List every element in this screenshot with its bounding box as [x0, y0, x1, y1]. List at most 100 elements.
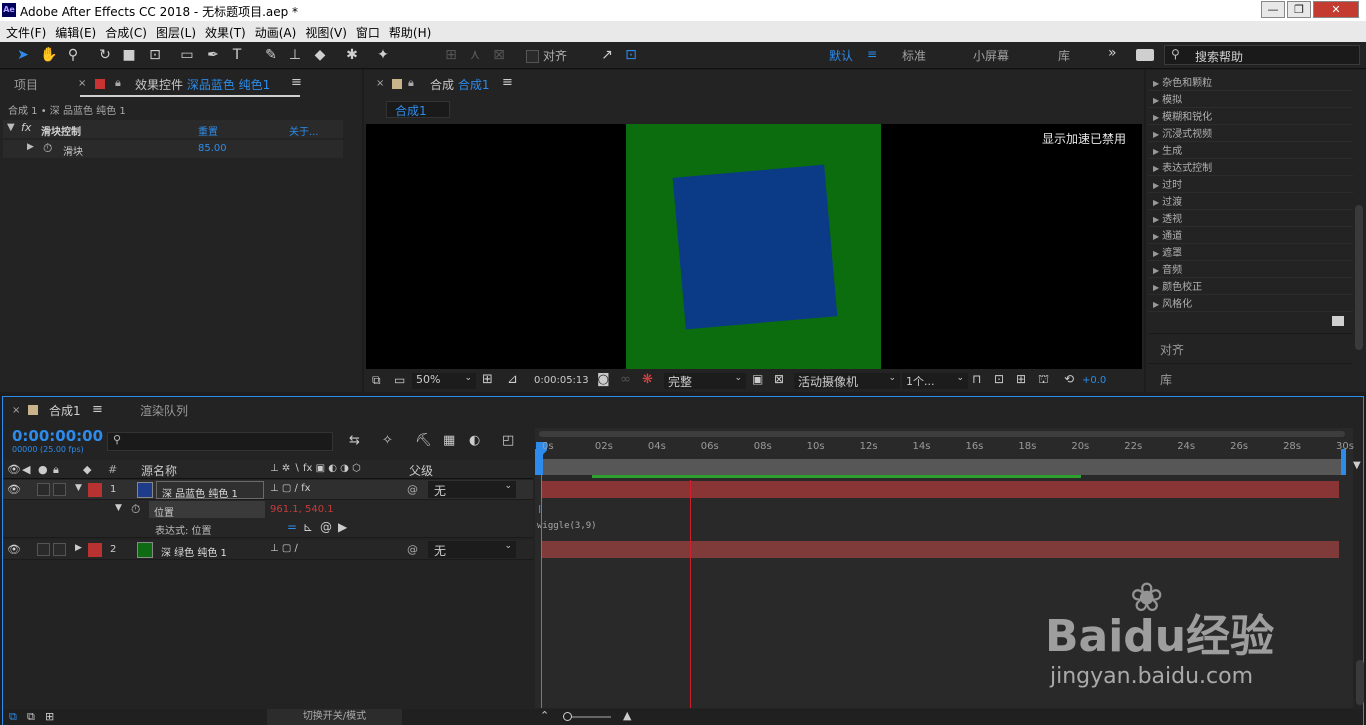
menu-window[interactable]: 窗口 [350, 21, 383, 41]
toggle-switches-modes[interactable]: 切换开关/模式 [267, 709, 402, 725]
eye-icon[interactable]: 👁︎ [7, 483, 21, 496]
shy-layers-icon[interactable]: ⛏ [415, 433, 432, 448]
snap-checkbox[interactable] [526, 50, 539, 63]
effect-category-item[interactable]: ▶ 过渡 [1148, 193, 1353, 210]
timeline-icon[interactable]: ⊞ [1016, 372, 1026, 386]
layer-bar-2[interactable] [541, 541, 1339, 558]
panel-menu-icon[interactable]: ≡ [502, 75, 513, 90]
lock-switch-icon[interactable]: 🔒︎ [53, 463, 59, 477]
comp-subtab[interactable]: 合成1 [386, 101, 450, 118]
fit-icon[interactable]: ⊞ [482, 372, 493, 387]
playhead-line[interactable] [541, 444, 542, 708]
workspace-small-screen[interactable]: 小屏幕 [973, 47, 1009, 64]
pickwhip-icon[interactable]: @ [407, 483, 418, 496]
blue-solid-layer[interactable] [672, 164, 838, 330]
library-panel[interactable]: 库 [1148, 363, 1353, 391]
expand-arrow-icon[interactable]: ▶ [1153, 198, 1159, 207]
show-snapshot-icon[interactable]: ∞ [620, 372, 631, 387]
expand-switches-icon[interactable]: ⧉ [27, 710, 35, 724]
stopwatch-icon[interactable]: ⏱ [131, 502, 140, 517]
effect-category-item[interactable]: ▶ 生成 [1148, 142, 1353, 159]
current-time-display[interactable]: 0:00:05:13 [534, 375, 589, 386]
effect-category-item[interactable]: ▶ 杂色和颗粒 [1148, 74, 1353, 91]
selection-tool-icon[interactable]: ➤ [14, 46, 32, 64]
close-button[interactable]: ✕ [1313, 1, 1359, 18]
position-value[interactable]: 961.1, 540.1 [270, 504, 334, 515]
slider-value[interactable]: 85.00 [198, 143, 227, 154]
effect-category-item[interactable]: ▶ 遮罩 [1148, 244, 1353, 261]
about-link[interactable]: 关于... [289, 123, 319, 138]
safe-margins-icon[interactable]: ⊿ [507, 372, 518, 387]
expand-arrow-icon[interactable]: ▶ [1153, 283, 1159, 292]
eraser-tool-icon[interactable]: ◆ [311, 46, 329, 64]
effect-category-item[interactable]: ▶ 颜色校正 [1148, 278, 1353, 295]
parent-dropdown-1[interactable]: 无 ⌄ [428, 481, 516, 498]
layer-name[interactable]: 深 品蓝色 纯色 1 [156, 481, 264, 500]
label-tag-icon[interactable]: ◆ [83, 463, 91, 476]
roto-brush-tool-icon[interactable]: ✱ [343, 46, 361, 64]
expression-enable-icon[interactable]: = [287, 520, 297, 534]
fx-icon[interactable]: fx [21, 121, 31, 134]
frame-blending-icon[interactable]: ▦ [443, 433, 455, 448]
lock-icon[interactable]: 🔒︎ [115, 76, 121, 90]
zoom-in-icon[interactable]: ▲ [623, 709, 631, 722]
zoom-slider-thumb[interactable] [563, 712, 572, 721]
effect-row[interactable]: ▼ fx 滑块控制 重置 关于... [3, 120, 343, 138]
timeline-timecode[interactable]: 0:00:00:00 [12, 427, 103, 445]
layer-name[interactable]: 深 绿色 纯色 1 [161, 544, 227, 559]
effect-category-item[interactable]: ▶ 模糊和锐化 [1148, 108, 1353, 125]
panel-menu-icon[interactable]: ≡ [92, 402, 103, 417]
current-time-indicator[interactable] [690, 480, 691, 708]
solo-toggle[interactable] [37, 483, 50, 496]
layer-switches[interactable]: ⊥ ▢ ∕ [270, 543, 298, 554]
work-area-end[interactable] [1341, 449, 1346, 475]
expression-graph-icon[interactable]: ⊾ [303, 520, 313, 534]
workspace-default[interactable]: 默认 [829, 47, 853, 64]
expand-arrow-icon[interactable]: ▶ [1153, 266, 1159, 275]
menu-composition[interactable]: 合成(C) [99, 21, 150, 41]
menu-file[interactable]: 文件(F) [0, 21, 49, 41]
zoom-out-icon[interactable]: ⌃ [540, 709, 549, 722]
expression-text[interactable]: wiggle(3,9) [537, 521, 597, 531]
work-area-start[interactable] [535, 449, 543, 475]
expression-pickwhip-icon[interactable]: @ [320, 520, 332, 534]
expand-arrow-icon[interactable]: ▶ [1153, 249, 1159, 258]
minimize-button[interactable]: — [1261, 1, 1285, 18]
layer-row-2[interactable]: 👁︎ ▶ 2 深 绿色 纯色 1 ⊥ ▢ ∕ @ 无 ⌄ [3, 540, 533, 560]
reset-link[interactable]: 重置 [198, 123, 218, 138]
clone-stamp-tool-icon[interactable]: ⊥ [286, 46, 304, 64]
camera-dropdown[interactable]: 活动摄像机 ⌄ [794, 373, 900, 389]
menu-animation[interactable]: 动画(A) [249, 21, 300, 41]
local-axis-icon[interactable]: ⊞ [442, 46, 460, 64]
slider-row[interactable]: ▶ ⏱ 滑块 85.00 [3, 140, 343, 158]
expression-menu-icon[interactable]: ▶ [338, 520, 347, 534]
search-help-input[interactable]: ⚲ 搜索帮助 [1164, 45, 1360, 65]
work-area-range[interactable] [539, 459, 1345, 475]
stopwatch-icon[interactable]: ⏱ [43, 141, 52, 156]
effect-category-item[interactable]: ▶ 风格化 [1148, 295, 1353, 312]
comp-flowchart-icon[interactable]: ⇆ [349, 433, 360, 448]
pan-behind-tool-icon[interactable]: ⊡ [146, 46, 164, 64]
expand-arrow-icon[interactable]: ▶ [1153, 232, 1159, 241]
menu-edit[interactable]: 编辑(E) [49, 21, 99, 41]
view-axis-icon[interactable]: ⊠ [490, 46, 508, 64]
eye-icon[interactable]: 👁︎ [7, 543, 21, 556]
position-property-row[interactable]: ▼ ⏱ 位置 961.1, 540.1 [3, 500, 533, 520]
keyboard-shortcuts-icon[interactable] [1136, 49, 1154, 61]
zoom-dropdown[interactable]: 50% ⌄ [412, 373, 476, 389]
expand-arrow-icon[interactable]: ▼ [75, 483, 82, 493]
toggle-pixel-aspect-icon[interactable]: ⊓ [972, 372, 981, 386]
layer-label-color[interactable] [88, 543, 102, 557]
type-tool-icon[interactable]: T [228, 46, 246, 64]
comp-viewer[interactable]: 显示加速已禁用 [366, 124, 1142, 369]
expand-arrow-icon[interactable]: ▶ [1153, 147, 1159, 156]
close-tab-icon[interactable]: × [376, 78, 384, 89]
layer-row-1[interactable]: 👁︎ ▼ 1 深 品蓝色 纯色 1 ⊥ ▢ ∕ fx @ 无 ⌄ [3, 480, 533, 500]
panel-menu-icon[interactable]: ≡ [291, 75, 302, 90]
layer-label-color[interactable] [88, 483, 102, 497]
in-out-icon[interactable]: ⊞ [45, 710, 54, 723]
expand-arrow-icon[interactable]: ▶ [1153, 215, 1159, 224]
rotate-tool-icon[interactable]: ↻ [96, 46, 114, 64]
fast-preview-icon[interactable]: ⊡ [994, 372, 1004, 386]
exposure-value[interactable]: +0.0 [1082, 375, 1106, 386]
